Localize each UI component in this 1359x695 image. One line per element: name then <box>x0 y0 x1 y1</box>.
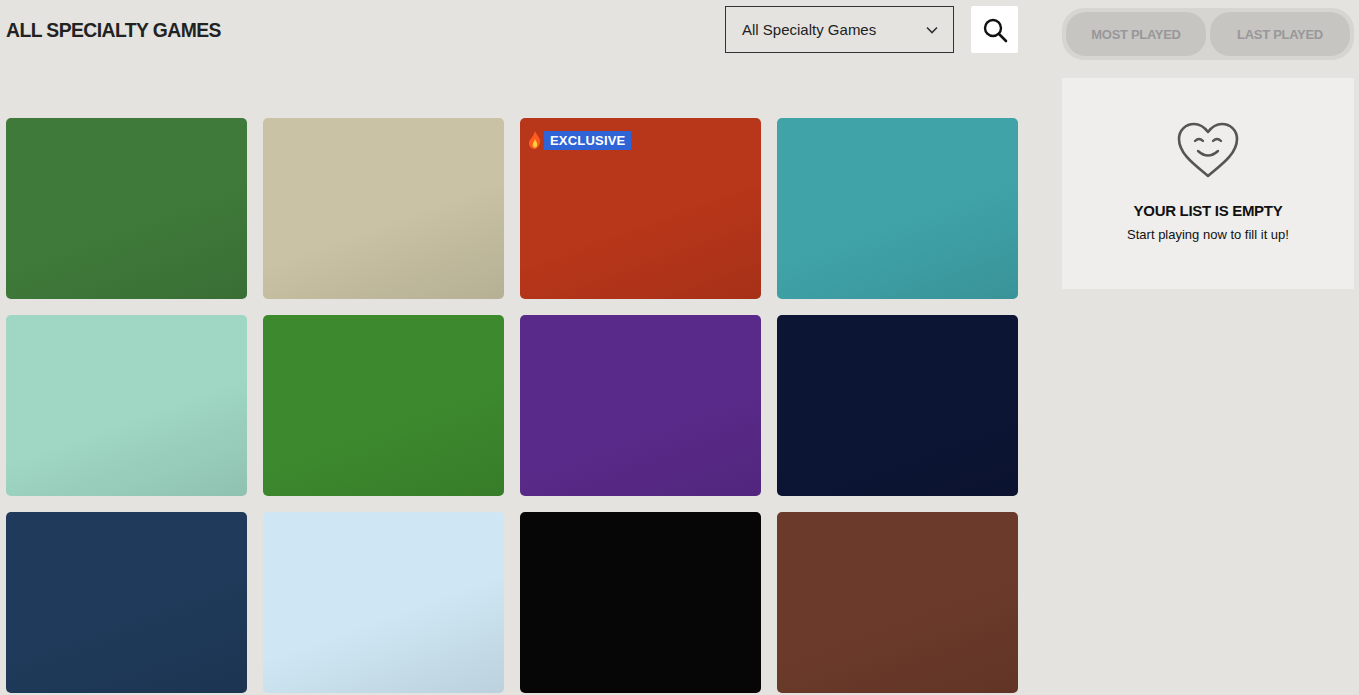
category-dropdown[interactable]: All Specialty Games <box>725 6 954 53</box>
empty-state-subtitle: Start playing now to fill it up! <box>1127 227 1289 242</box>
sidebar-tabs: MOST PLAYEDLAST PLAYED <box>1062 8 1354 60</box>
page: ALL SPECIALTY GAMES All Specialty Games EX… <box>0 0 1359 695</box>
sidebar-tab[interactable]: LAST PLAYED <box>1210 12 1350 56</box>
magnifier-icon <box>982 17 1008 43</box>
game-tile[interactable] <box>263 315 504 496</box>
main-column: ALL SPECIALTY GAMES All Specialty Games EX… <box>6 6 1018 695</box>
header-bar: ALL SPECIALTY GAMES All Specialty Games <box>6 6 1018 118</box>
game-grid: EXCLUSIVE <box>6 118 1018 693</box>
sidebar-tab[interactable]: MOST PLAYED <box>1066 12 1206 56</box>
game-tile[interactable] <box>6 118 247 299</box>
game-tile[interactable] <box>6 512 247 693</box>
game-tile[interactable] <box>777 118 1018 299</box>
game-tile[interactable] <box>263 512 504 693</box>
exclusive-badge: EXCLUSIVE <box>528 130 631 150</box>
empty-state-title: YOUR LIST IS EMPTY <box>1134 202 1283 219</box>
search-button[interactable] <box>971 6 1018 53</box>
badge-label: EXCLUSIVE <box>544 131 631 150</box>
game-tile[interactable] <box>263 118 504 299</box>
game-tile[interactable] <box>6 315 247 496</box>
game-tile[interactable] <box>777 512 1018 693</box>
sidebar: MOST PLAYEDLAST PLAYED YOUR LIST IS EMPTY… <box>1062 6 1354 695</box>
dropdown-value: All Specialty Games <box>742 21 876 38</box>
game-tile[interactable] <box>520 512 761 693</box>
game-tile[interactable] <box>520 315 761 496</box>
smiling-heart-icon <box>1175 120 1241 180</box>
game-tile[interactable]: EXCLUSIVE <box>520 118 761 299</box>
empty-state-card: YOUR LIST IS EMPTY Start playing now to f… <box>1062 78 1354 289</box>
page-title: ALL SPECIALTY GAMES <box>6 18 221 42</box>
flame-icon <box>528 130 542 150</box>
chevron-down-icon <box>926 26 938 34</box>
game-tile[interactable] <box>777 315 1018 496</box>
header-controls: All Specialty Games <box>725 6 1018 53</box>
